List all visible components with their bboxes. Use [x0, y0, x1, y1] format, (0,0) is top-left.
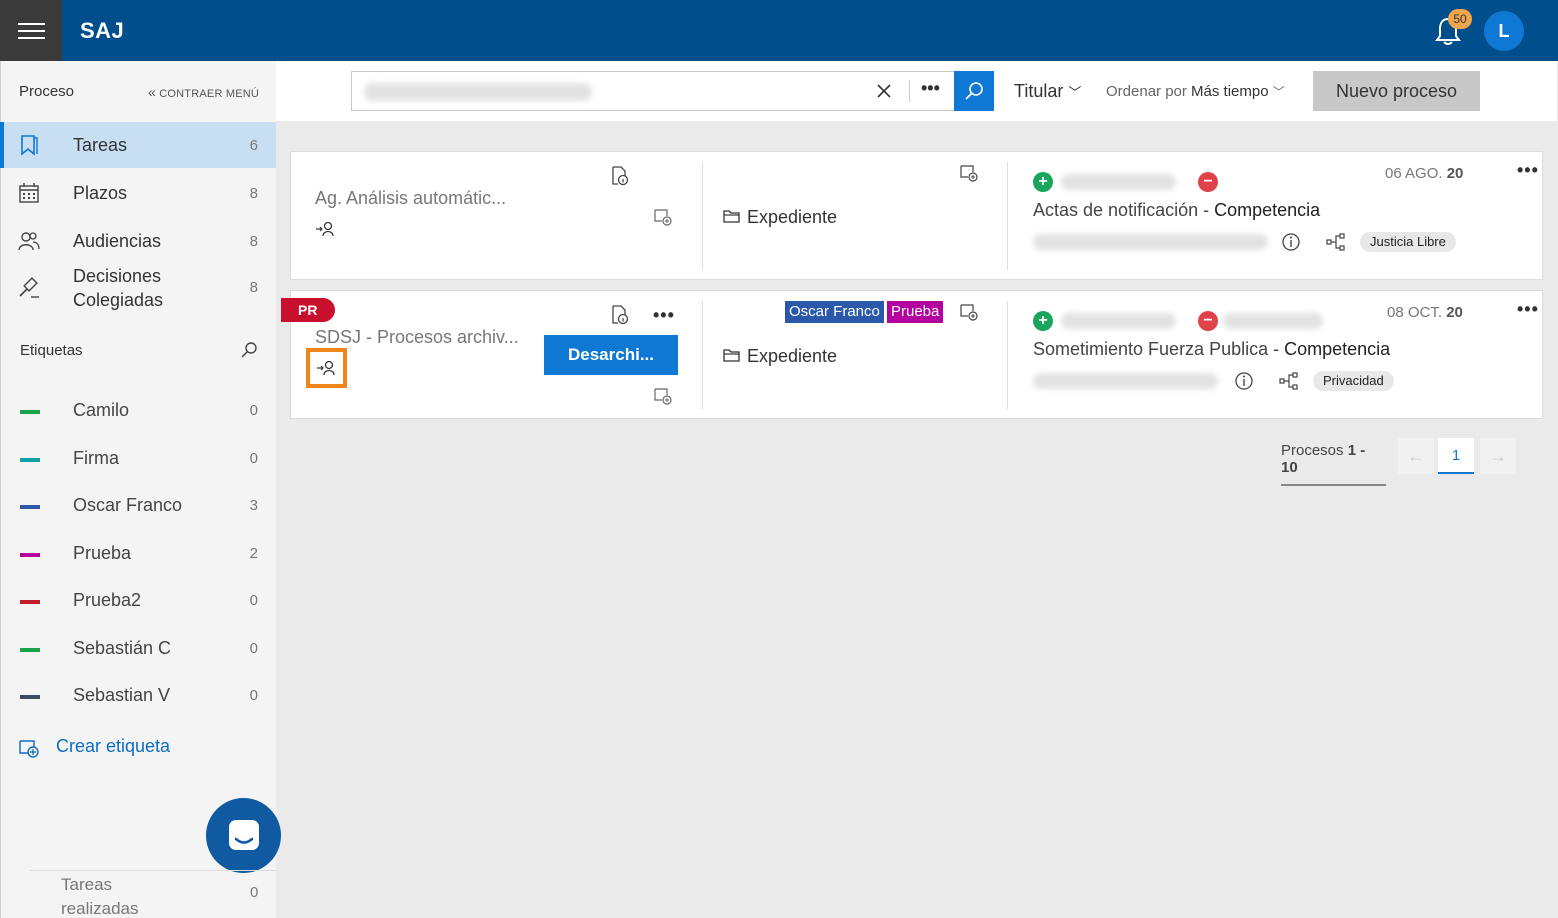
- sidebar-item-decisiones-colegiadas[interactable]: Decisiones Colegiadas 8: [0, 264, 276, 314]
- document-info-icon[interactable]: [611, 305, 629, 325]
- tag-item-oscar-franco[interactable]: Oscar Franco 3: [0, 492, 276, 522]
- etiquetas-title: Etiquetas: [20, 342, 83, 359]
- desarchivar-button[interactable]: Desarchi...: [544, 335, 678, 375]
- assign-user-icon: [317, 360, 335, 376]
- tag-color-swatch: [20, 553, 40, 557]
- search-icon: [965, 82, 983, 100]
- process-card[interactable]: Ag. Análisis automátic... Expediente + −…: [290, 151, 1543, 280]
- process-type-pill: Privacidad: [1313, 371, 1394, 391]
- close-icon[interactable]: [876, 83, 892, 99]
- info-icon[interactable]: [1281, 232, 1301, 252]
- arrow-right-icon: →: [1489, 446, 1507, 466]
- sidebar-divider: [30, 870, 276, 871]
- add-tag-icon: [19, 740, 39, 758]
- chat-icon: [229, 820, 259, 850]
- hamburger-menu-button[interactable]: [0, 0, 62, 61]
- folder-icon: [723, 349, 740, 362]
- process-subject: Actas de notificación - Competencia: [1033, 200, 1321, 220]
- document-info-icon[interactable]: [611, 166, 629, 186]
- tag-item-sebastian-v[interactable]: Sebastian V 0: [0, 682, 276, 712]
- workflow-icon[interactable]: [1279, 371, 1299, 391]
- sidebar-item-tareas[interactable]: Tareas 6: [0, 122, 276, 168]
- sidebar-item-plazos[interactable]: Plazos 8: [0, 170, 276, 216]
- collapse-menu-button[interactable]: « CONTRAER MENÚ: [148, 84, 259, 100]
- gavel-icon: [19, 277, 39, 298]
- tag-color-swatch: [20, 648, 40, 652]
- pagination-summary: Procesos 1 - 10: [1281, 442, 1386, 486]
- add-tag-icon[interactable]: [959, 303, 979, 321]
- titular-dropdown[interactable]: Titular ﹀: [1014, 81, 1081, 102]
- process-card[interactable]: SDSJ - Procesos archiv... ••• Oscar Fran…: [290, 290, 1543, 419]
- tag-color-swatch: [20, 505, 40, 509]
- new-process-button[interactable]: Nuevo proceso: [1313, 71, 1480, 111]
- card-more-icon[interactable]: •••: [1517, 299, 1539, 320]
- tag-color-swatch: [20, 410, 40, 414]
- process-date: 06 AGO. 20: [1385, 165, 1464, 182]
- expediente-label[interactable]: Expediente: [747, 207, 837, 228]
- tag-chip-prueba: Prueba: [887, 301, 944, 323]
- people-icon: [18, 232, 40, 251]
- plus-circle-icon: +: [1033, 311, 1053, 331]
- tag-chip-oscar-franco: Oscar Franco: [785, 301, 884, 323]
- search-icon[interactable]: [240, 341, 258, 359]
- folder-icon: [723, 210, 740, 223]
- prev-page-button[interactable]: ←: [1398, 438, 1434, 474]
- search-input[interactable]: •••: [351, 71, 955, 111]
- tag-item-firma[interactable]: Firma 0: [0, 445, 276, 475]
- tag-item-prueba[interactable]: Prueba 2: [0, 540, 276, 570]
- tareas-realizadas-item[interactable]: Tareas realizadas: [61, 873, 139, 918]
- tag-item-prueba2[interactable]: Prueba2 0: [0, 587, 276, 617]
- add-tag-icon[interactable]: [653, 208, 673, 226]
- tag-color-swatch: [20, 600, 40, 604]
- info-icon[interactable]: [1234, 371, 1254, 391]
- assign-user-icon[interactable]: [315, 220, 335, 238]
- tag-item-camilo[interactable]: Camilo 0: [0, 397, 276, 427]
- assign-user-button[interactable]: [306, 348, 347, 388]
- user-avatar[interactable]: L: [1484, 11, 1524, 51]
- sidebar-item-audiencias[interactable]: Audiencias 8: [0, 218, 276, 264]
- minus-circle-icon: −: [1198, 311, 1218, 331]
- chat-launcher-button[interactable]: [206, 798, 281, 873]
- process-type-pill: Justicia Libre: [1360, 232, 1456, 252]
- notification-badge: 50: [1448, 9, 1472, 29]
- add-tag-icon[interactable]: [959, 164, 979, 182]
- bookmark-icon: [21, 135, 38, 156]
- app-title: SAJ: [80, 18, 125, 43]
- search-button[interactable]: [954, 71, 994, 111]
- more-options-icon[interactable]: •••: [921, 78, 940, 99]
- chevron-down-icon: ﹀: [1272, 85, 1285, 99]
- chevron-down-icon: ﹀: [1068, 85, 1082, 100]
- double-chevron-left-icon: «: [148, 84, 156, 100]
- plus-circle-icon: +: [1033, 172, 1053, 192]
- sidebar-title: Proceso: [19, 83, 75, 100]
- expediente-label[interactable]: Expediente: [747, 346, 837, 367]
- arrow-left-icon: ←: [1407, 446, 1425, 466]
- tag-item-sebastian-c[interactable]: Sebastián C 0: [0, 635, 276, 665]
- card-more-icon[interactable]: •••: [653, 305, 675, 326]
- top-bar: [0, 0, 1558, 61]
- page-button[interactable]: 1: [1438, 438, 1474, 474]
- calendar-icon: [19, 183, 39, 203]
- sort-dropdown[interactable]: Ordenar por Más tiempo ﹀: [1106, 83, 1285, 100]
- minus-circle-icon: −: [1198, 172, 1218, 192]
- tareas-realizadas-count: 0: [250, 884, 259, 901]
- tag-color-swatch: [20, 458, 40, 462]
- add-tag-icon[interactable]: [653, 387, 673, 405]
- card-more-icon[interactable]: •••: [1517, 160, 1539, 181]
- create-tag-link[interactable]: Crear etiqueta: [56, 736, 170, 757]
- tag-color-swatch: [20, 695, 40, 699]
- next-page-button[interactable]: →: [1480, 438, 1516, 474]
- workflow-icon[interactable]: [1326, 232, 1346, 252]
- process-date: 08 OCT. 20: [1387, 304, 1463, 321]
- process-subject: Sometimiento Fuerza Publica - Competenci…: [1033, 339, 1391, 359]
- pr-badge: PR: [281, 298, 335, 322]
